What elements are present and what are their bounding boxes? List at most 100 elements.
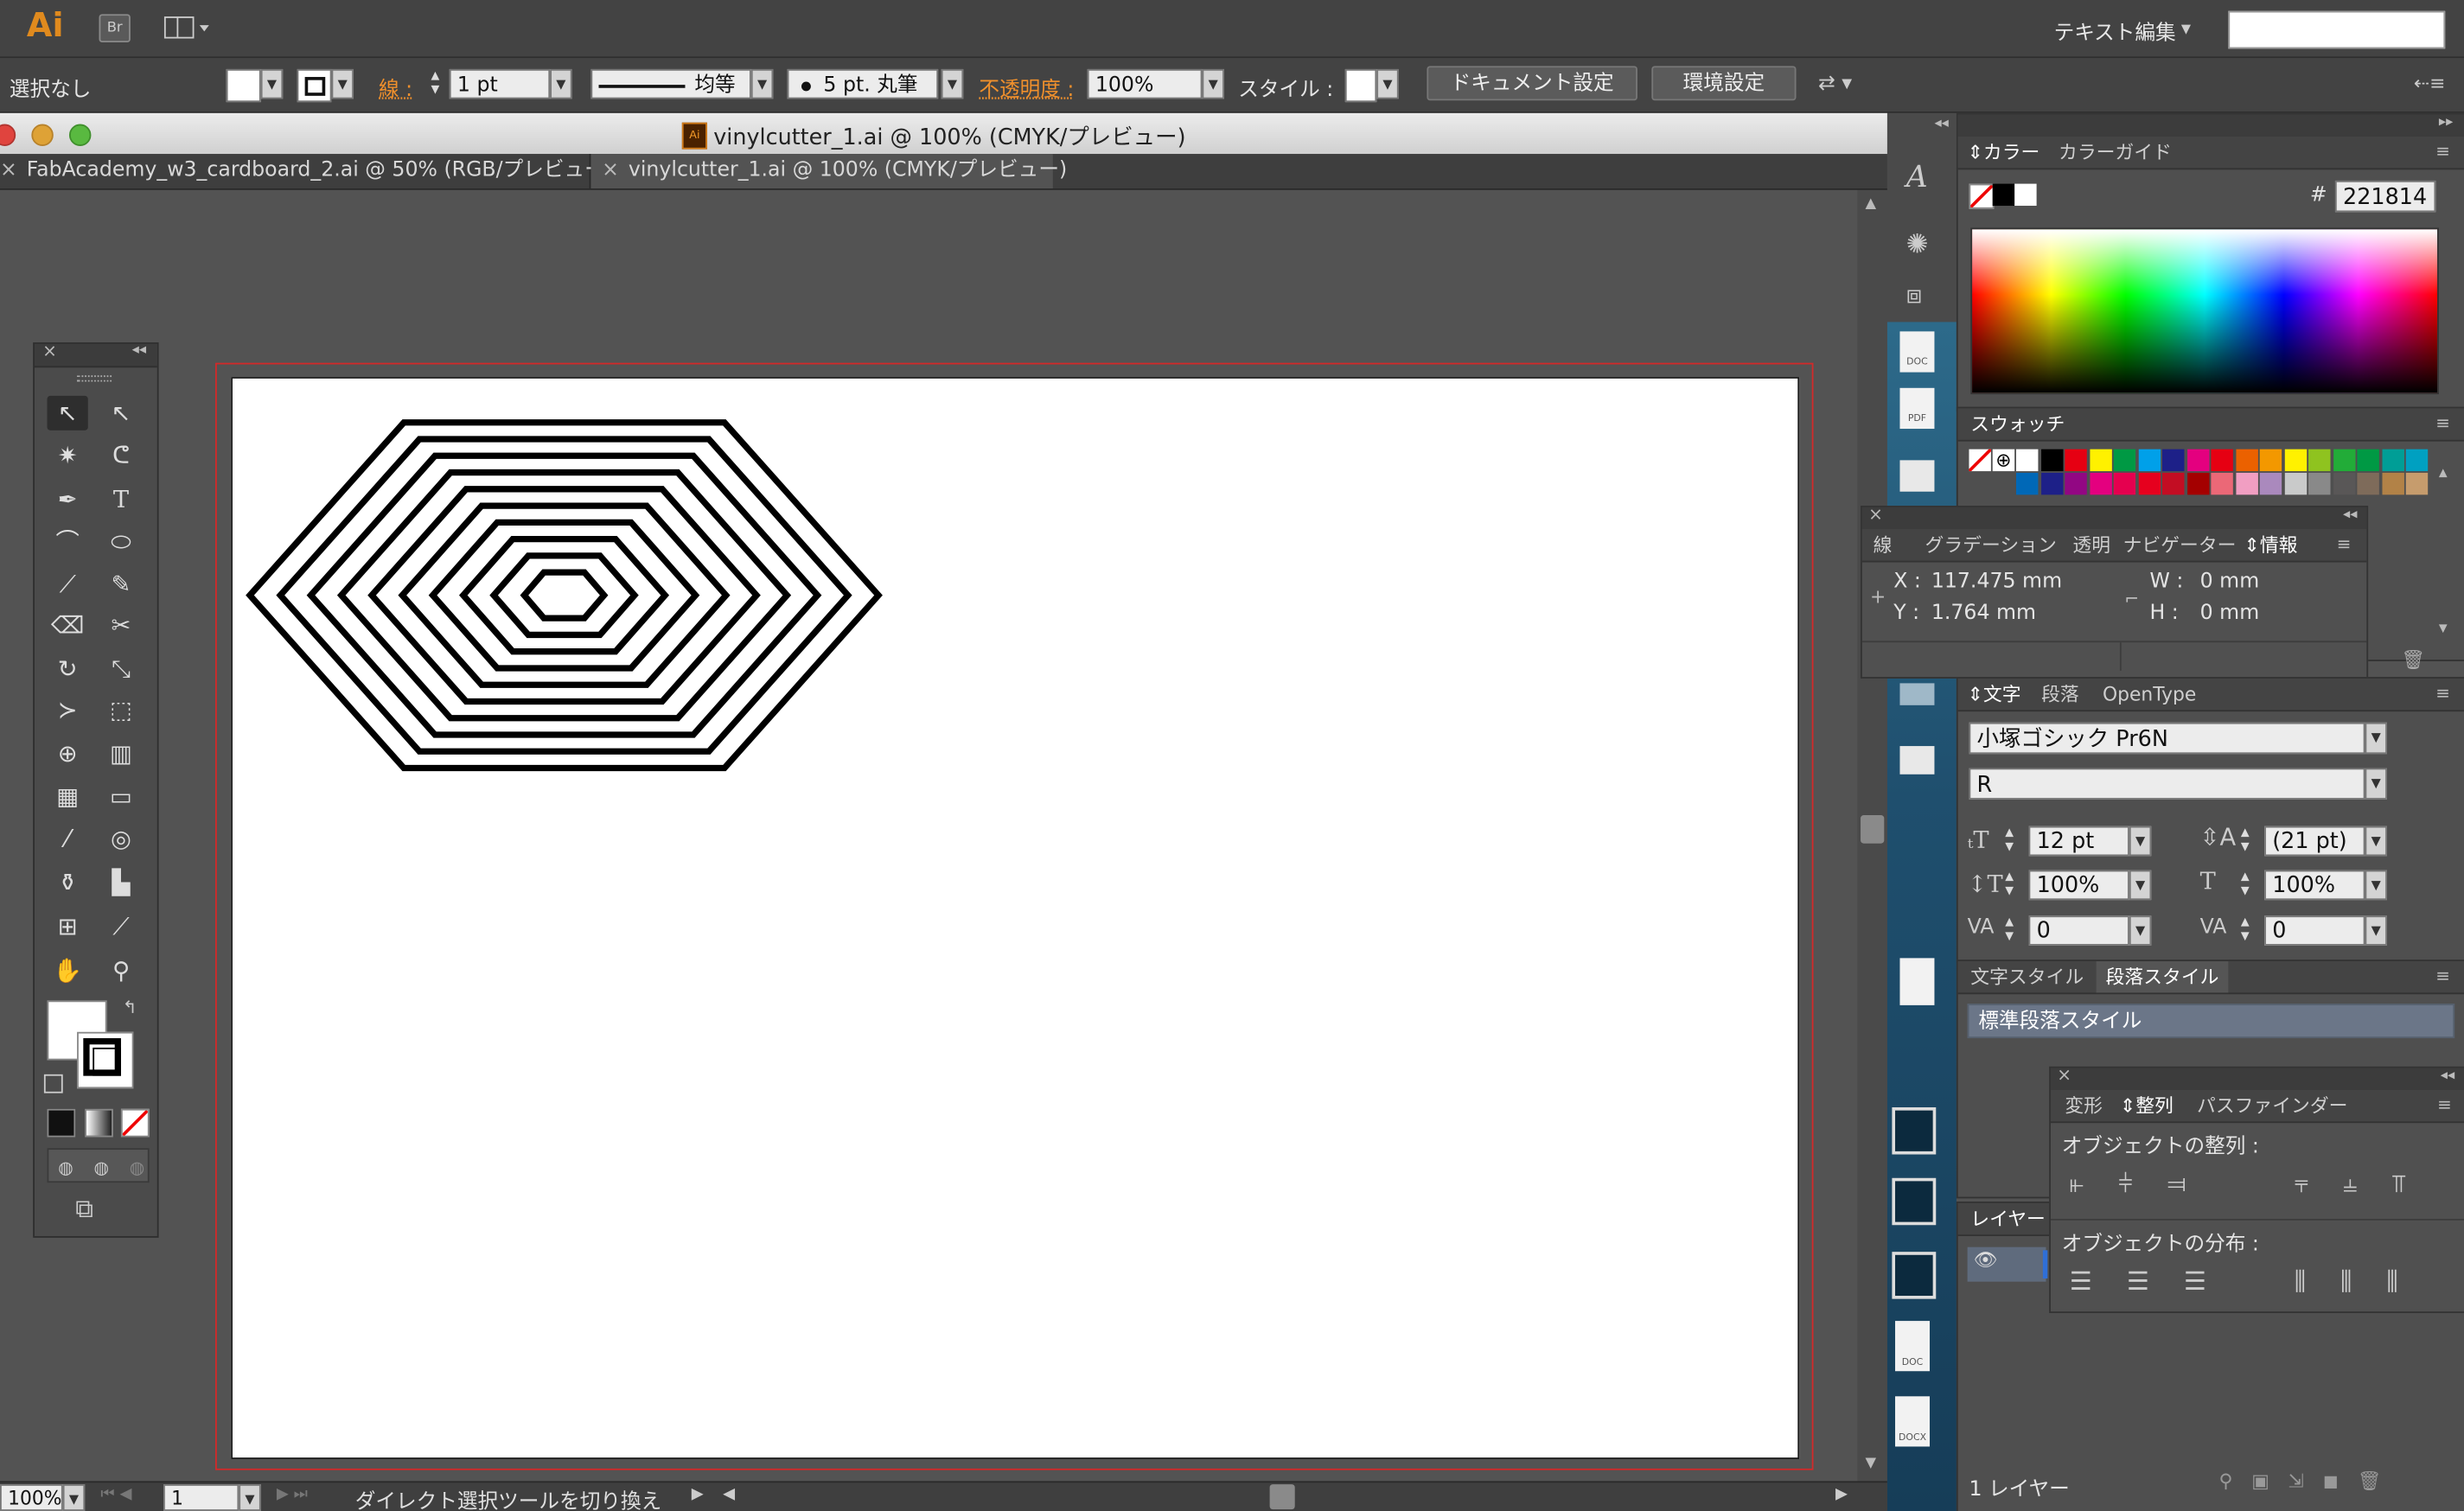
color-swatch[interactable]	[2162, 472, 2185, 495]
file-icon[interactable]: PDF	[1899, 387, 1935, 430]
collapse-panel-icon[interactable]: ◂◂	[2343, 507, 2357, 523]
kerning-stepper[interactable]: ▲ ▼	[2005, 915, 2014, 944]
panel-menu-icon[interactable]: ≡	[2435, 408, 2450, 439]
gradient-tool-icon[interactable]: ▭	[100, 779, 141, 813]
panel-menu-icon[interactable]: ≡	[2337, 529, 2352, 560]
none-mode-button[interactable]	[120, 1108, 150, 1138]
stroke-weight-field[interactable]: 1 pt	[449, 68, 551, 99]
color-swatch[interactable]	[2065, 472, 2087, 495]
file-icon[interactable]: DOC	[1895, 1321, 1931, 1372]
panel-menu-icon[interactable]: ≡	[2435, 961, 2450, 992]
file-icon[interactable]	[1899, 460, 1935, 492]
last-artboard-icon[interactable]: ▶ ⏭	[277, 1486, 308, 1503]
color-swatch[interactable]	[2211, 449, 2233, 472]
graphic-style-swatch[interactable]	[1344, 68, 1377, 103]
color-swatch[interactable]	[2089, 472, 2111, 495]
tab-paragraph-styles[interactable]: 段落スタイル	[2096, 961, 2229, 993]
font-family-dropdown[interactable]: ▼	[2365, 722, 2387, 755]
workspace-switcher[interactable]: テキスト編集	[2054, 16, 2176, 46]
image-file-icon[interactable]	[1892, 1106, 1937, 1155]
panel-grip[interactable]	[77, 375, 112, 382]
font-family-select[interactable]: 小塚ゴシック Pr6N	[1969, 722, 2365, 755]
tab-color-guide[interactable]: カラーガイド	[2059, 137, 2172, 168]
color-swatch[interactable]	[2357, 449, 2379, 472]
layer-row[interactable]: 👁	[1967, 1246, 2048, 1282]
distribute-horizontal-buttons[interactable]: ⫼⫼⫼	[2295, 1266, 2433, 1297]
document-setup-button[interactable]: ドキュメント設定	[1427, 66, 1637, 101]
fill-swatch[interactable]	[226, 68, 261, 103]
tab-color[interactable]: ⇕カラー	[1968, 137, 2040, 168]
tab-swatches[interactable]: スウォッチ	[1970, 408, 2065, 439]
stroke-color-box[interactable]	[77, 1031, 134, 1089]
kerning-field[interactable]: 0	[2028, 915, 2129, 946]
color-swatch[interactable]	[2381, 472, 2404, 495]
hexagon-path[interactable]	[489, 552, 639, 639]
width-tool-icon[interactable]: ≻	[48, 692, 88, 727]
draw-modes-group[interactable]: ◍ ◍ ◍	[47, 1148, 150, 1183]
close-panel-icon[interactable]: ×	[42, 341, 57, 361]
black-color-chip[interactable]	[1992, 183, 2015, 207]
color-swatch[interactable]	[2137, 449, 2161, 472]
draw-normal-icon[interactable]: ◍	[58, 1157, 73, 1178]
panel-menu-icon[interactable]: ≡	[2435, 137, 2450, 168]
fill-dropdown[interactable]: ▼	[260, 68, 284, 99]
tab-stroke[interactable]: 線	[1874, 529, 1893, 560]
horizontal-scale-dropdown[interactable]: ▼	[2365, 870, 2387, 901]
hexagon-path[interactable]	[306, 452, 822, 738]
vertical-scale-field[interactable]: 100%	[2028, 870, 2129, 901]
color-swatch[interactable]	[2186, 472, 2209, 495]
tab-paragraph[interactable]: 段落	[2041, 679, 2079, 710]
color-swatch[interactable]	[2259, 472, 2282, 495]
leading-stepper[interactable]: ▲ ▼	[2241, 826, 2250, 855]
align-vertical-buttons[interactable]: ⫧⫨⫪	[2295, 1169, 2441, 1200]
shape-builder-tool-icon[interactable]: ⊕	[48, 736, 88, 771]
perspective-grid-tool-icon[interactable]: ▥	[100, 736, 141, 771]
illustrator-logo[interactable]: Ai	[27, 6, 64, 44]
hexagon-path[interactable]	[336, 469, 792, 722]
minimize-window-button[interactable]	[31, 124, 54, 146]
collapse-panel-icon[interactable]: ◂◂	[2441, 1068, 2454, 1084]
pencil-tool-icon[interactable]: ✎	[100, 567, 141, 602]
kerning-dropdown[interactable]: ▼	[2129, 915, 2152, 946]
none-swatch[interactable]	[1969, 449, 1991, 472]
collapse-panel-icon[interactable]: ◂◂	[132, 342, 146, 358]
panel-menu-icon[interactable]: ⇠≡	[2414, 73, 2446, 94]
column-graph-tool-icon[interactable]: ▙	[100, 865, 141, 900]
color-swatch[interactable]	[2137, 472, 2161, 495]
stroke-profile-dropdown[interactable]: ▼	[750, 68, 774, 99]
horizontal-scroll-thumb[interactable]	[1269, 1484, 1295, 1510]
scroll-right-icon[interactable]: ▶	[1835, 1486, 1848, 1503]
file-icon[interactable]	[1899, 746, 1935, 775]
symbol-sprayer-tool-icon[interactable]: ⚱	[48, 865, 88, 900]
hexagon-path[interactable]	[520, 569, 609, 622]
artboard[interactable]	[231, 377, 1800, 1459]
opacity-field[interactable]: 100%	[1087, 68, 1203, 99]
swap-colors-icon[interactable]: ↰	[123, 998, 137, 1018]
draw-behind-icon[interactable]: ◍	[94, 1157, 109, 1178]
blend-tool-icon[interactable]: ◎	[100, 821, 141, 856]
rotate-tool-icon[interactable]: ↻	[48, 652, 88, 686]
swatch-scrollbar[interactable]: ▲ ▼	[2439, 452, 2454, 641]
registration-swatch-icon[interactable]: ⊕	[1992, 449, 2015, 472]
scroll-down-icon[interactable]: ▼	[1865, 1456, 1876, 1471]
tab-gradient[interactable]: グラデーション	[1925, 529, 2057, 560]
stroke-profile-select[interactable]: 均等	[590, 68, 751, 99]
file-icon[interactable]: DOC	[1899, 331, 1935, 373]
eyedropper-tool-icon[interactable]: ⁄	[48, 821, 88, 856]
file-icon[interactable]	[1899, 958, 1935, 1005]
horizontal-scale-field[interactable]: 100%	[2264, 870, 2365, 901]
stroke-label[interactable]: 線 :	[379, 73, 412, 102]
tab-layers[interactable]: レイヤー	[1970, 1203, 2046, 1234]
transform-panel-icon[interactable]: ⧈	[1906, 279, 1923, 310]
color-swatch[interactable]	[2283, 472, 2307, 495]
tracking-stepper[interactable]: ▲ ▼	[2241, 915, 2250, 944]
scale-tool-icon[interactable]: ⤡	[100, 652, 141, 686]
slice-tool-icon[interactable]: ⟋	[100, 909, 141, 944]
color-swatch[interactable]	[2113, 449, 2136, 472]
tab-navigator[interactable]: ナビゲーター	[2123, 529, 2237, 560]
trash-icon[interactable]: 🗑	[2401, 648, 2425, 670]
opacity-label[interactable]: 不透明度 :	[979, 73, 1074, 102]
stroke-stepper[interactable]: ▲ ▼	[424, 69, 446, 99]
artboard-dropdown[interactable]: ▼	[239, 1484, 261, 1511]
bridge-button[interactable]: Br	[99, 14, 131, 43]
